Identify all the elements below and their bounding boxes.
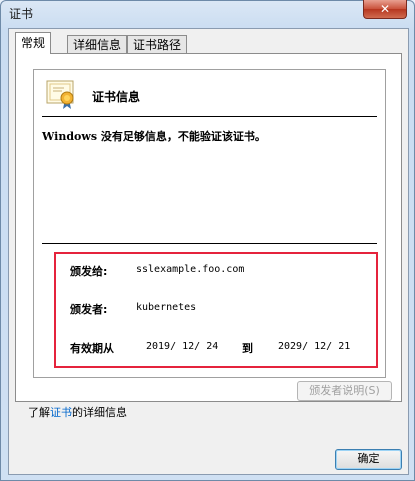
close-button[interactable]: ✕	[363, 0, 407, 19]
learn-more-prefix: 了解	[28, 406, 50, 419]
certificate-icon	[46, 80, 78, 110]
tab-certification-path[interactable]: 证书路径	[127, 35, 188, 53]
certificate-dialog: 证书 ✕ 常规 详细信息 证书路径 证书信息 Windows 没有足够信息，不能…	[0, 0, 415, 481]
learn-more-text: 了解证书的详细信息	[28, 404, 127, 420]
ok-button[interactable]: 确定	[335, 449, 402, 470]
issued-to-label: 颁发给:	[70, 265, 108, 278]
learn-more-suffix: 的详细信息	[72, 406, 127, 419]
issued-by-value: kubernetes	[136, 302, 197, 313]
title-bar[interactable]: 证书 ✕	[1, 0, 414, 27]
validity-label: 有效期从	[70, 342, 114, 355]
learn-more-link[interactable]: 证书	[50, 406, 72, 419]
close-icon: ✕	[379, 2, 391, 16]
highlight-box: 颁发给: sslexample.foo.com 颁发者: kubernetes …	[54, 252, 378, 368]
warning-text: Windows 没有足够信息，不能验证该证书。	[42, 130, 266, 143]
dialog-body: 常规 详细信息 证书路径 证书信息 Windows 没有足够信息，不能验证该证书…	[8, 28, 409, 475]
issuer-statement-button[interactable]: 颁发者说明(S)	[297, 381, 392, 401]
certificate-info-box: 证书信息 Windows 没有足够信息，不能验证该证书。 颁发给: sslexa…	[33, 69, 386, 378]
issued-by-label: 颁发者:	[70, 303, 108, 316]
tab-general[interactable]: 常规	[15, 32, 52, 54]
tab-details[interactable]: 详细信息	[67, 35, 128, 53]
valid-to-date: 2029/ 12/ 21	[278, 341, 351, 352]
tab-label: 详细信息	[73, 38, 122, 52]
divider	[42, 116, 377, 117]
tab-label: 常规	[21, 36, 46, 50]
window-title: 证书	[9, 7, 34, 21]
certificate-heading: 证书信息	[92, 90, 141, 104]
validity-to-label: 到	[242, 342, 253, 355]
divider	[42, 243, 377, 244]
general-tab-panel: 证书信息 Windows 没有足够信息，不能验证该证书。 颁发给: sslexa…	[15, 53, 402, 402]
valid-from-date: 2019/ 12/ 24	[146, 341, 219, 352]
tab-label: 证书路径	[133, 38, 182, 52]
issued-to-value: sslexample.foo.com	[136, 264, 245, 275]
